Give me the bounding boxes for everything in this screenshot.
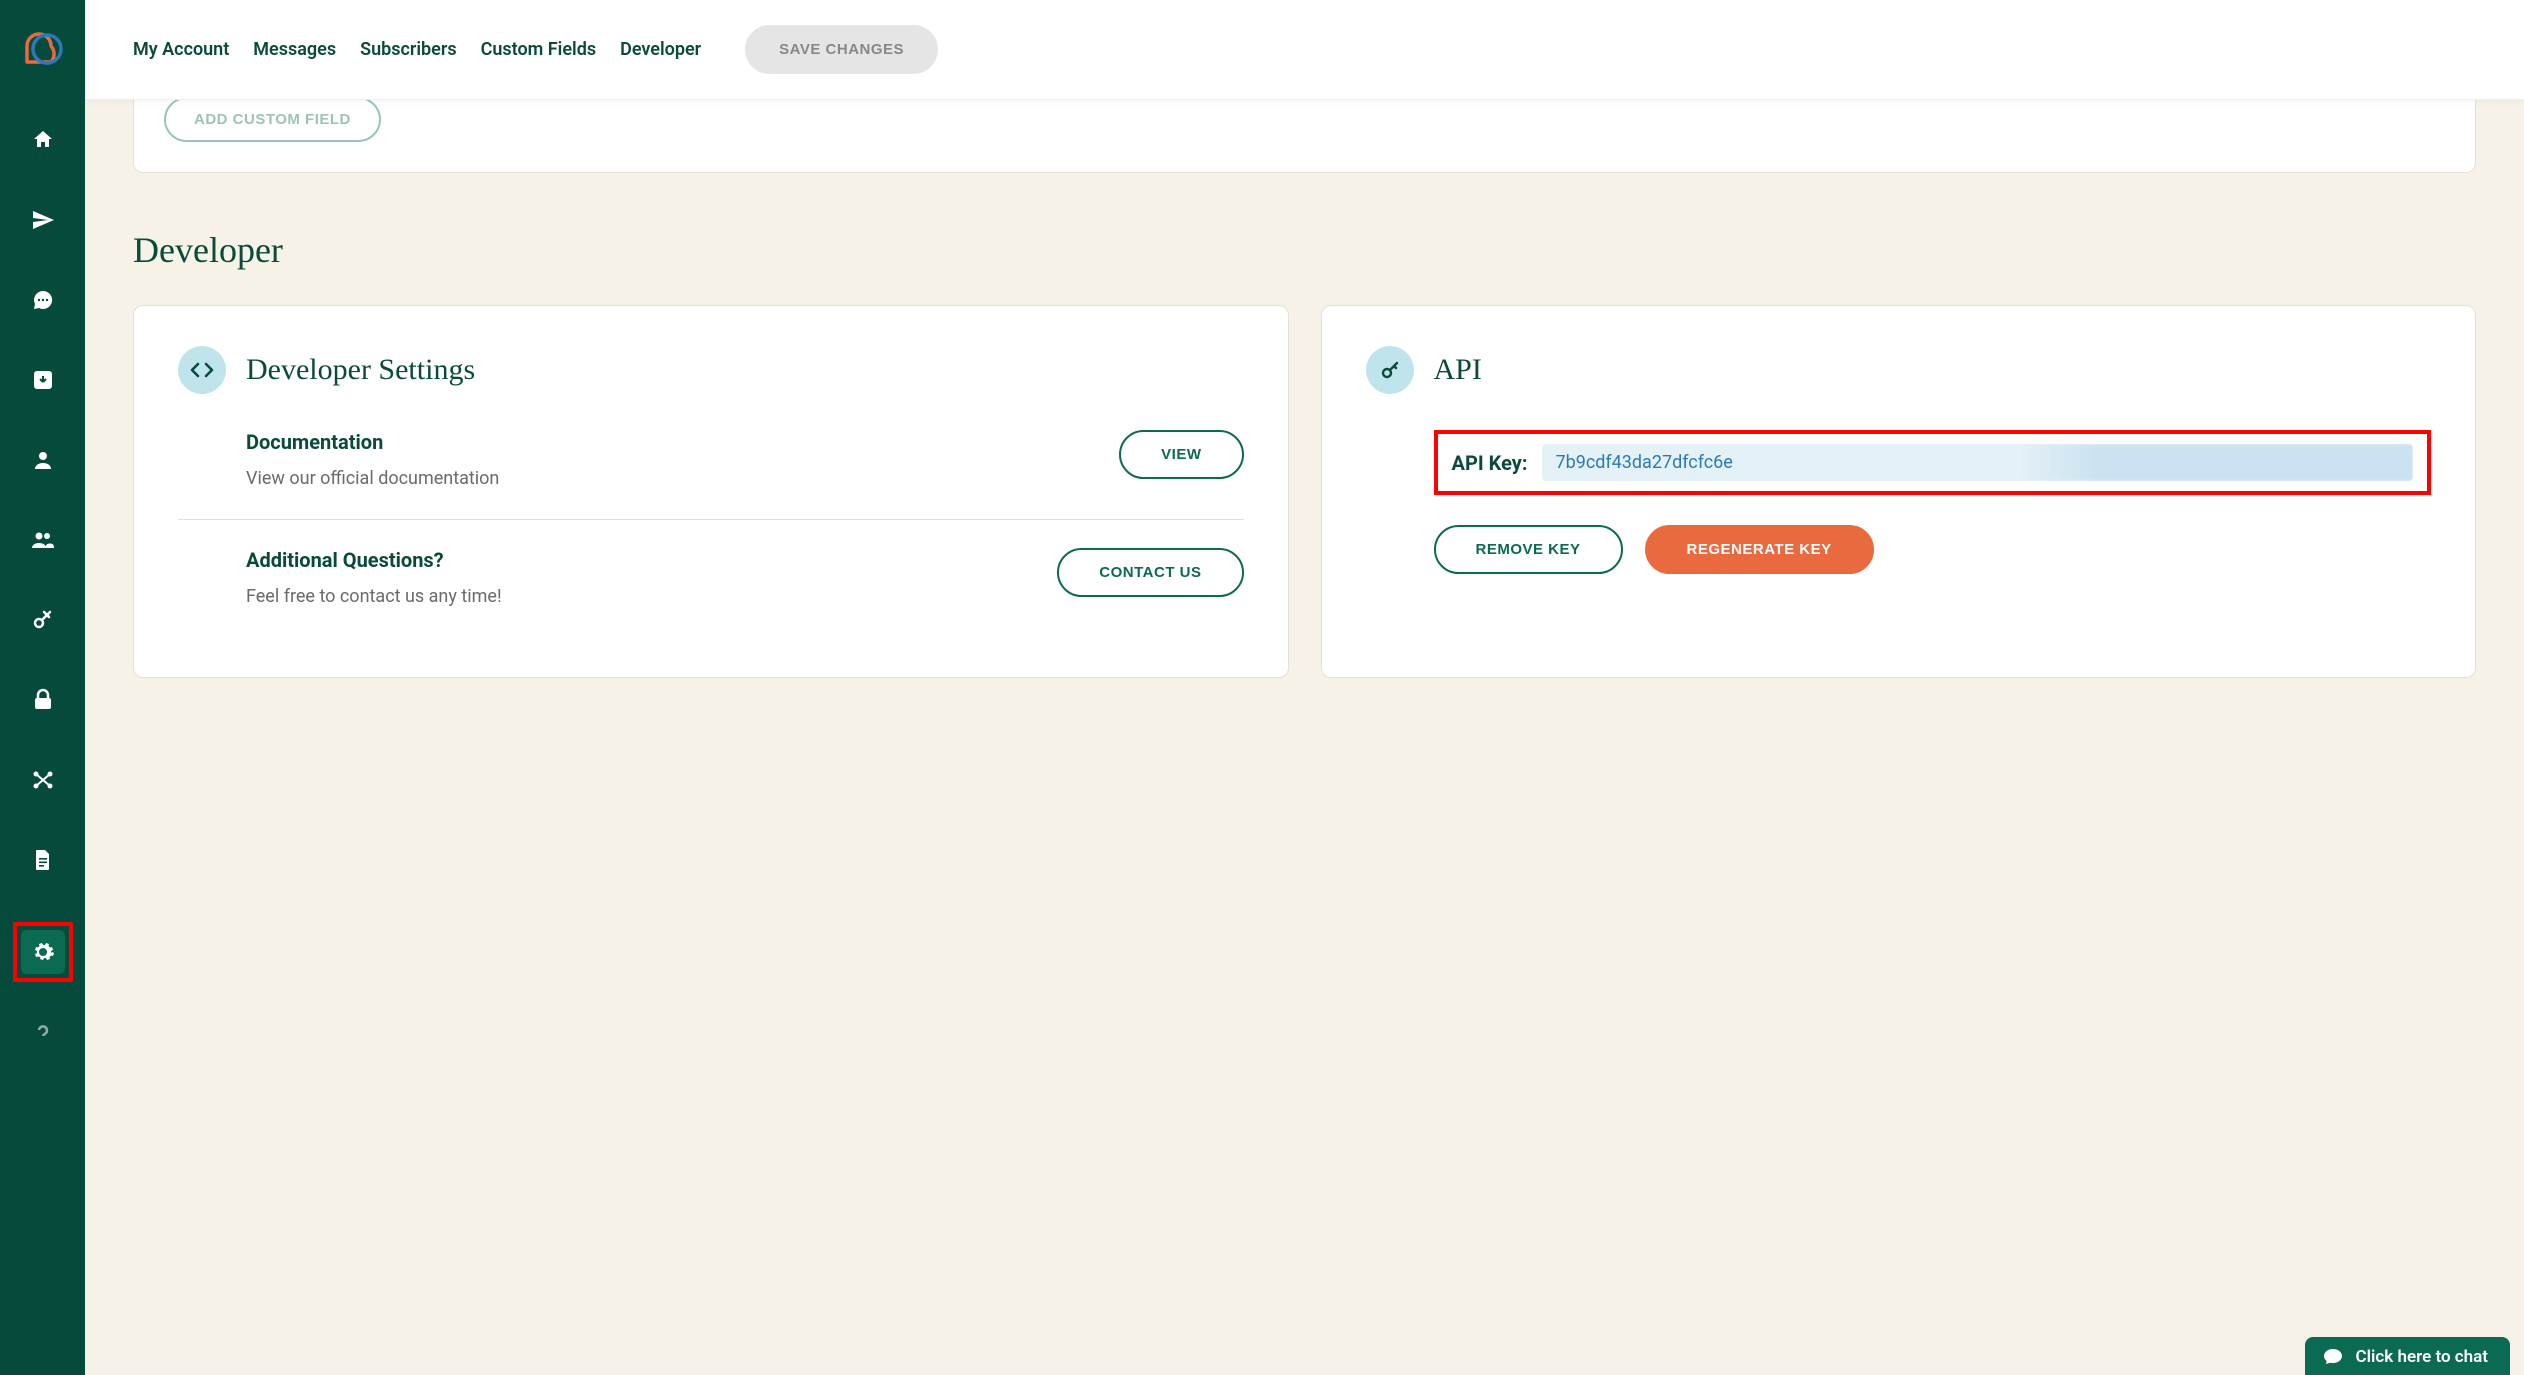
documentation-row: Documentation View our official document… xyxy=(178,430,1244,519)
questions-title: Additional Questions? xyxy=(246,548,502,572)
contact-us-button[interactable]: CONTACT US xyxy=(1057,548,1243,597)
send-icon[interactable] xyxy=(21,198,65,242)
sidebar xyxy=(0,0,85,1375)
api-header: API xyxy=(1366,346,2432,394)
api-key-value[interactable]: 7b9cdf43da27dfcfc6e xyxy=(1542,444,2414,481)
help-icon[interactable] xyxy=(21,1022,65,1036)
code-icon xyxy=(178,346,226,394)
questions-desc: Feel free to contact us any time! xyxy=(246,584,502,609)
section-title-developer: Developer xyxy=(133,229,2476,271)
tab-subscribers[interactable]: Subscribers xyxy=(360,39,457,60)
users-icon[interactable] xyxy=(21,518,65,562)
api-panel: API API Key: 7b9cdf43da27dfcfc6e REMOVE … xyxy=(1321,305,2477,678)
tab-custom-fields[interactable]: Custom Fields xyxy=(481,39,597,60)
add-custom-field-button[interactable]: ADD CUSTOM FIELD xyxy=(164,100,381,142)
developer-settings-header: Developer Settings xyxy=(178,346,1244,394)
view-documentation-button[interactable]: VIEW xyxy=(1119,430,1243,479)
tab-developer[interactable]: Developer xyxy=(620,39,701,60)
documentation-title: Documentation xyxy=(246,430,499,454)
document-icon[interactable] xyxy=(21,838,65,882)
api-actions: REMOVE KEY REGENERATE KEY xyxy=(1434,525,2432,574)
api-heading: API xyxy=(1434,353,1482,387)
chat-label: Click here to chat xyxy=(2355,1347,2488,1367)
regenerate-key-button[interactable]: REGENERATE KEY xyxy=(1645,525,1874,574)
developer-panels: Developer Settings Documentation View ou… xyxy=(133,305,2476,678)
api-key-redacted-tail xyxy=(2021,444,2413,481)
home-icon[interactable] xyxy=(21,118,65,162)
developer-settings-panel: Developer Settings Documentation View ou… xyxy=(133,305,1289,678)
chat-launcher[interactable]: Click here to chat xyxy=(2305,1337,2510,1375)
chat-bubble-solid-icon xyxy=(2323,1348,2343,1366)
gear-icon[interactable] xyxy=(21,930,65,974)
nodes-icon[interactable] xyxy=(21,758,65,802)
brand-logo xyxy=(19,28,67,70)
lock-icon[interactable] xyxy=(21,678,65,722)
custom-fields-card-partial: ADD CUSTOM FIELD xyxy=(133,100,2476,173)
tab-messages[interactable]: Messages xyxy=(253,39,336,60)
api-key-icon xyxy=(1366,346,1414,394)
top-nav: My Account Messages Subscribers Custom F… xyxy=(85,0,2524,100)
developer-settings-heading: Developer Settings xyxy=(246,353,475,387)
settings-highlight-box xyxy=(13,922,73,982)
sidebar-nav xyxy=(0,118,85,1036)
user-icon[interactable] xyxy=(21,438,65,482)
tab-my-account[interactable]: My Account xyxy=(133,39,229,60)
save-changes-button[interactable]: SAVE CHANGES xyxy=(745,25,938,74)
download-box-icon[interactable] xyxy=(21,358,65,402)
questions-row: Additional Questions? Feel free to conta… xyxy=(178,519,1244,637)
api-key-highlight-box: API Key: 7b9cdf43da27dfcfc6e xyxy=(1434,430,2432,495)
chat-bubble-icon[interactable] xyxy=(21,278,65,322)
key-icon[interactable] xyxy=(21,598,65,642)
content-area: ADD CUSTOM FIELD Developer Developer Set… xyxy=(85,100,2524,1375)
documentation-desc: View our official documentation xyxy=(246,466,499,491)
api-key-label: API Key: xyxy=(1452,451,1528,475)
remove-key-button[interactable]: REMOVE KEY xyxy=(1434,525,1623,574)
